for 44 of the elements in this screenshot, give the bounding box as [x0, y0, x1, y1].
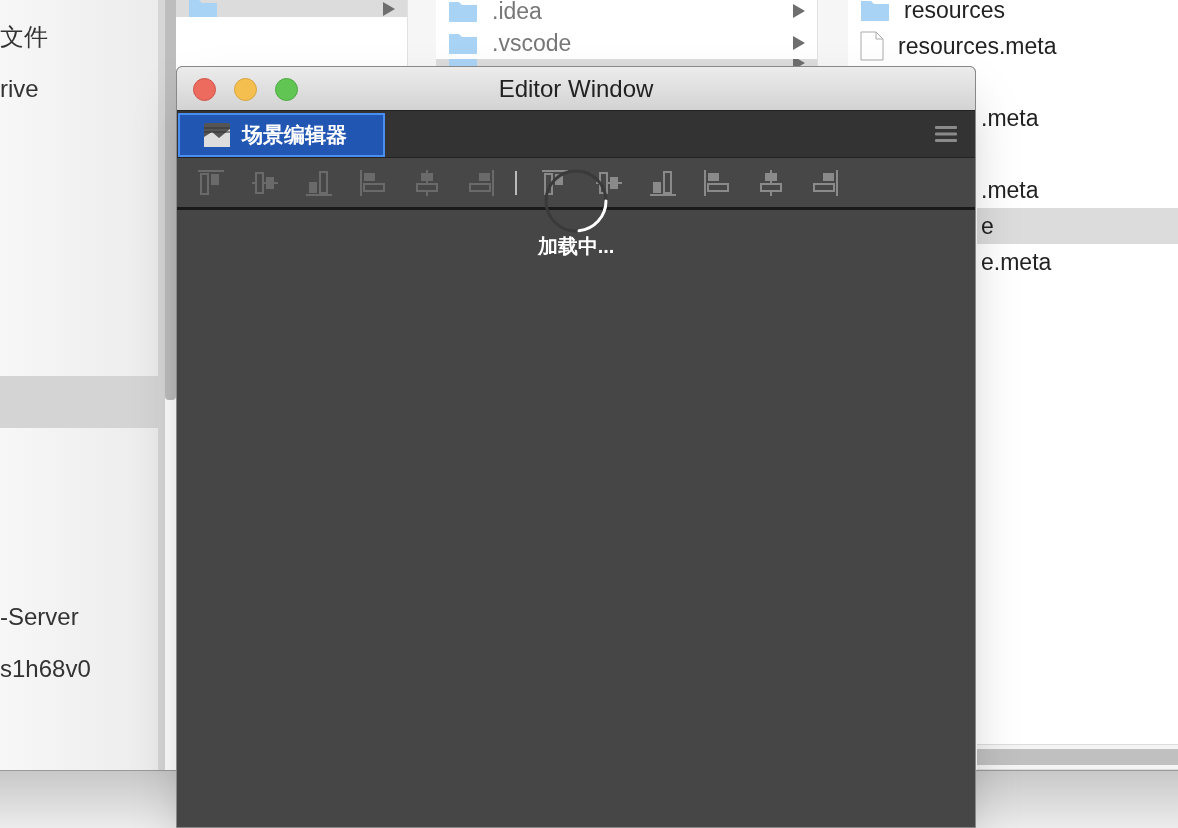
align-top-icon[interactable]	[541, 168, 569, 197]
loading-spinner-icon	[543, 168, 609, 234]
align-right-icon[interactable]	[811, 168, 839, 197]
file-name[interactable]: .vscode	[492, 27, 572, 59]
disclosure-arrow-icon	[793, 4, 805, 18]
file-name[interactable]: resources.meta	[898, 28, 1057, 64]
sidebar-item[interactable]: s1h68v0	[0, 651, 91, 687]
align-right-icon[interactable]	[467, 168, 495, 197]
align-top-icon[interactable]	[197, 168, 225, 197]
scrollbar-thumb[interactable]	[165, 0, 176, 400]
file-name[interactable]: .idea	[492, 0, 542, 27]
folder-icon	[448, 31, 478, 55]
sidebar-item[interactable]: -Server	[0, 599, 79, 635]
file-icon	[860, 31, 884, 61]
align-bottom-icon[interactable]	[305, 168, 333, 197]
align-left-icon[interactable]	[703, 168, 731, 197]
disclosure-arrow-icon	[793, 36, 805, 50]
file-name[interactable]: .meta	[981, 100, 1039, 136]
window-title: Editor Window	[498, 73, 654, 104]
horizontal-scrollbar[interactable]	[977, 744, 1178, 770]
scene-icon	[204, 123, 230, 147]
selected-row[interactable]: e	[977, 208, 1178, 244]
sidebar-item[interactable]: 文件	[0, 19, 48, 55]
folder-icon	[860, 0, 890, 22]
folder-icon	[448, 0, 478, 23]
disclosure-arrow-icon	[383, 1, 395, 16]
align-bottom-icon[interactable]	[649, 168, 677, 197]
selected-row[interactable]	[436, 59, 817, 66]
align-left-icon[interactable]	[359, 168, 387, 197]
file-name[interactable]: e.meta	[981, 244, 1052, 280]
tab[interactable]: 场景编辑器	[178, 113, 385, 157]
align-horizontal-center-icon[interactable]	[757, 168, 785, 197]
file-name[interactable]: resources	[904, 0, 1005, 28]
align-horizontal-center-icon[interactable]	[413, 168, 441, 197]
menu-icon[interactable]	[935, 125, 957, 143]
close-button[interactable]	[193, 78, 216, 101]
minimize-button[interactable]	[234, 78, 257, 101]
zoom-button[interactable]	[275, 78, 298, 101]
selected-row[interactable]	[176, 0, 407, 17]
folder-icon	[188, 0, 218, 17]
loading-text: 加载中...	[537, 234, 615, 259]
file-name[interactable]: .meta	[981, 172, 1039, 208]
sidebar-item[interactable]: rive	[0, 71, 39, 107]
file-name[interactable]: e	[981, 208, 994, 244]
